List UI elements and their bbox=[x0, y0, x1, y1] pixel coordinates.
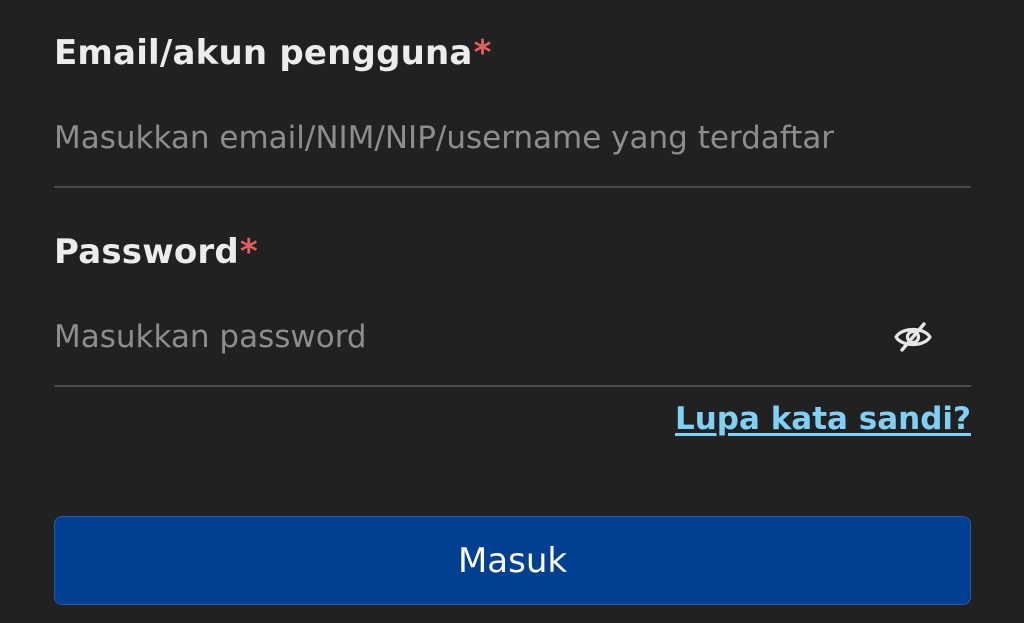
password-label-text: Password bbox=[54, 232, 239, 272]
email-label-text: Email/akun pengguna bbox=[54, 33, 473, 73]
forgot-password-link[interactable]: Lupa kata sandi? bbox=[675, 401, 971, 437]
email-label: Email/akun pengguna* bbox=[54, 33, 492, 73]
password-input[interactable] bbox=[54, 307, 874, 367]
email-required-mark: * bbox=[473, 33, 492, 73]
password-field-container bbox=[54, 307, 971, 387]
login-form: Email/akun pengguna* Password* Lupa kata… bbox=[54, 0, 971, 623]
password-required-mark: * bbox=[239, 232, 258, 272]
email-input[interactable] bbox=[54, 108, 874, 168]
login-button[interactable]: Masuk bbox=[54, 516, 971, 605]
password-label: Password* bbox=[54, 232, 258, 272]
eye-slash-icon[interactable] bbox=[893, 321, 933, 353]
email-field-container bbox=[54, 108, 971, 188]
